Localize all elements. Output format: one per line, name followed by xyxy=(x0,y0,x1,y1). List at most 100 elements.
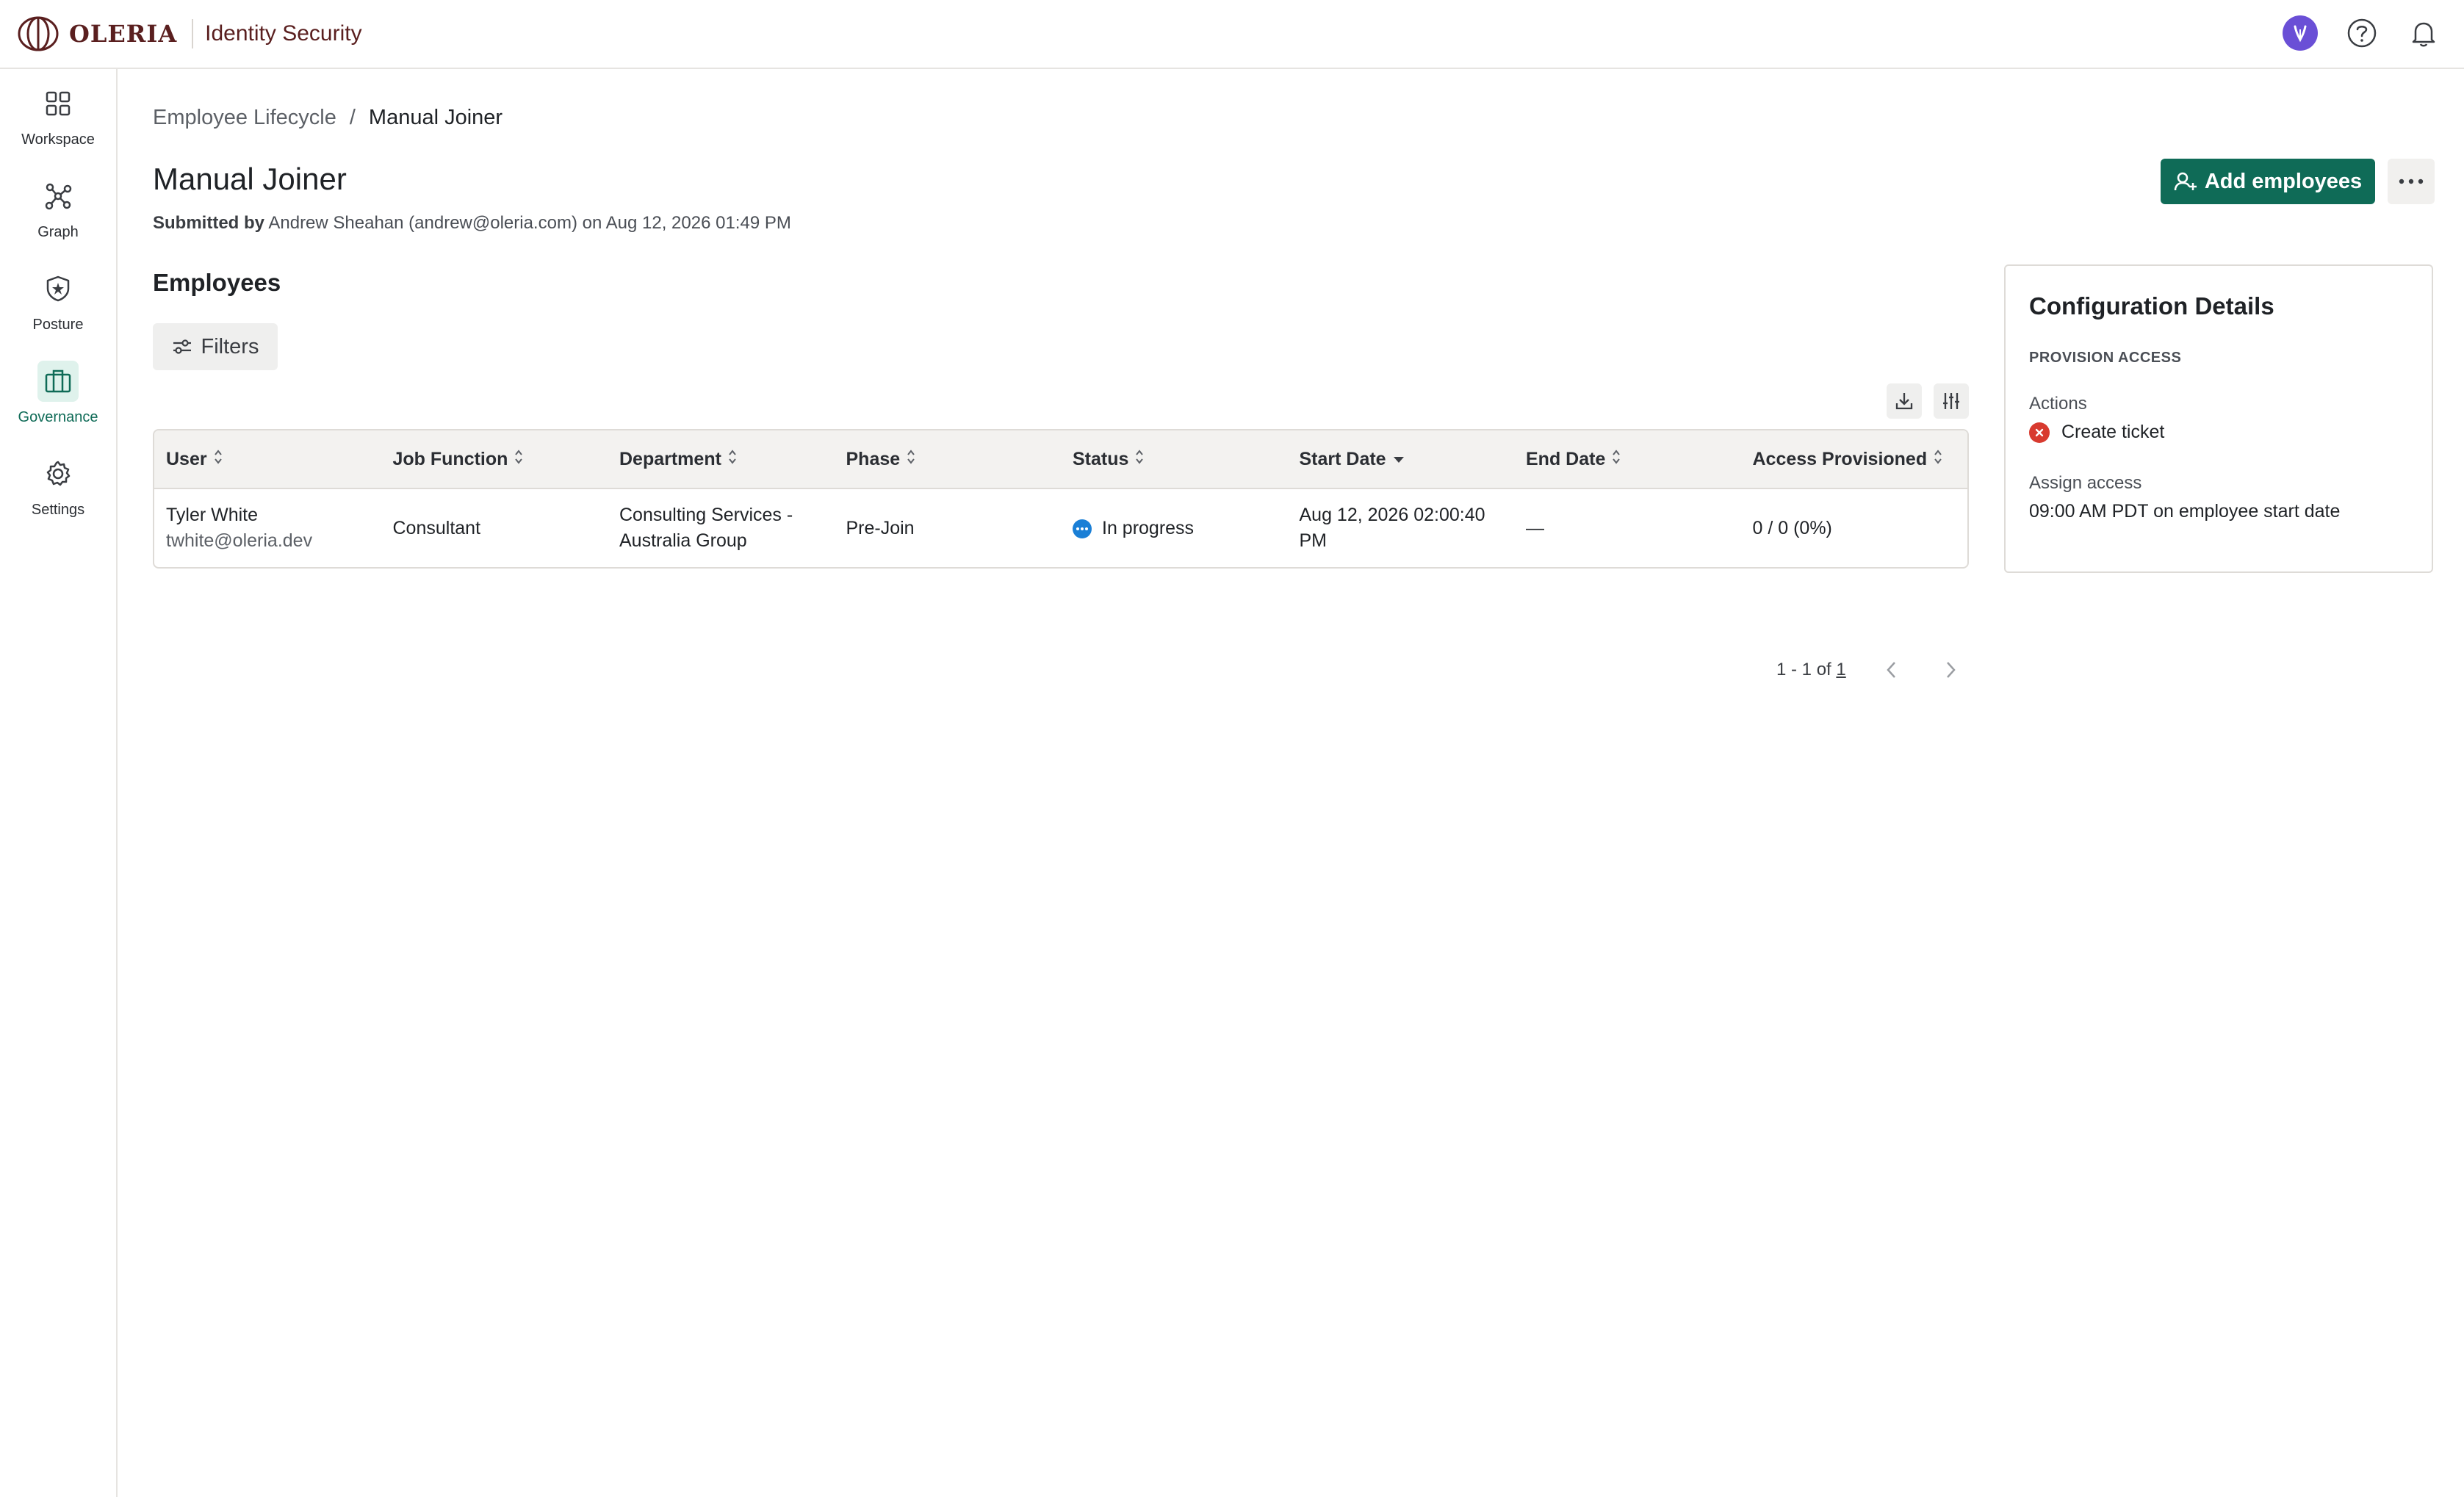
cell-end-date: — xyxy=(1526,517,1544,538)
sidebar-item-label: Governance xyxy=(18,408,98,425)
download-button[interactable] xyxy=(1887,383,1922,419)
brand-name: OLERIA xyxy=(69,20,178,48)
actions-label: Actions xyxy=(2029,394,2087,414)
help-icon xyxy=(2347,18,2377,48)
table-header: User Job Function Department Phase Statu… xyxy=(154,430,1967,489)
config-section-label: PROVISION ACCESS xyxy=(2029,350,2182,366)
gear-icon xyxy=(37,453,79,494)
submitted-text: Andrew Sheahan (andrew@oleria.com) on Au… xyxy=(268,213,791,233)
breadcrumb-current: Manual Joiner xyxy=(368,106,503,129)
sidebar-item-workspace[interactable]: Workspace xyxy=(0,69,116,162)
sort-icon xyxy=(1611,449,1621,470)
sort-icon xyxy=(727,449,738,470)
download-icon xyxy=(1895,393,1913,410)
cell-start-date: Aug 12, 2026 02:00:40 PM xyxy=(1288,502,1515,554)
sort-icon xyxy=(213,449,223,470)
action-item-label: Create ticket xyxy=(2061,422,2165,442)
error-x-icon xyxy=(2029,422,2050,443)
more-horizontal-icon xyxy=(2399,178,2424,184)
column-header-label: Job Function xyxy=(392,448,508,469)
more-options-button[interactable] xyxy=(2388,159,2435,204)
filters-label: Filters xyxy=(201,334,259,358)
add-employees-button[interactable]: Add employees xyxy=(2161,159,2375,204)
column-header-status[interactable]: Status xyxy=(1061,449,1288,470)
sidebar-item-label: Graph xyxy=(37,223,79,240)
column-header-label: Status xyxy=(1073,448,1129,469)
column-header-phase[interactable]: Phase xyxy=(835,449,1062,470)
breadcrumb-link-employee-lifecycle[interactable]: Employee Lifecycle xyxy=(153,106,336,130)
shield-star-icon xyxy=(37,268,79,309)
employees-table: User Job Function Department Phase Statu… xyxy=(153,429,1969,569)
config-title: Configuration Details xyxy=(2029,292,2274,320)
column-header-job-function[interactable]: Job Function xyxy=(381,449,608,470)
chevron-left-icon xyxy=(1887,662,1895,678)
assistant-button[interactable] xyxy=(2282,15,2319,51)
bell-icon xyxy=(2412,22,2435,47)
top-bar: OLERIA Identity Security xyxy=(0,0,2464,69)
adjust-columns-icon xyxy=(1943,393,1959,409)
action-item: Create ticket xyxy=(2029,422,2164,443)
brand[interactable]: OLERIA Identity Security xyxy=(15,0,362,68)
breadcrumb-separator: / xyxy=(349,106,356,129)
sidebar-item-label: Posture xyxy=(32,316,84,333)
sort-icon xyxy=(1933,449,1943,470)
top-actions xyxy=(2282,15,2442,51)
column-header-access-provisioned[interactable]: Access Provisioned xyxy=(1741,449,1968,470)
sidebar-item-label: Settings xyxy=(31,501,85,518)
help-button[interactable] xyxy=(2344,15,2380,51)
pagination-range: 1 - 1 of xyxy=(1776,660,1831,679)
start-date-line: PM xyxy=(1299,530,1328,551)
assistant-icon xyxy=(2283,15,2318,51)
column-settings-button[interactable] xyxy=(1934,383,1969,419)
add-employees-label: Add employees xyxy=(2204,169,2363,193)
page-title: Manual Joiner xyxy=(153,162,347,196)
cell-department: Consulting Services - Australia Group xyxy=(608,502,835,554)
in-progress-icon xyxy=(1073,519,1092,538)
grid-icon xyxy=(37,83,79,124)
column-header-start-date[interactable]: Start Date xyxy=(1288,449,1515,470)
sidebar-item-graph[interactable]: Graph xyxy=(0,162,116,254)
column-header-end-date[interactable]: End Date xyxy=(1514,449,1741,470)
status-text: In progress xyxy=(1102,517,1195,538)
column-header-label: User xyxy=(166,448,207,469)
user-email: twhite@oleria.dev xyxy=(166,530,313,551)
briefcase-icon xyxy=(37,360,79,402)
column-header-label: Start Date xyxy=(1299,448,1386,469)
previous-page-button[interactable] xyxy=(1878,657,1905,683)
cell-phase: Pre-Join xyxy=(846,517,915,538)
assign-access-value: 09:00 AM PDT on employee start date xyxy=(2029,501,2341,522)
product-name: Identity Security xyxy=(205,21,362,46)
cell-status: In progress xyxy=(1061,516,1288,541)
cell-user: Tyler White twhite@oleria.dev xyxy=(154,502,381,554)
graph-icon xyxy=(37,176,79,217)
sliders-icon xyxy=(173,339,191,354)
pagination-count: 1 - 1 of 1 xyxy=(1776,660,1846,680)
employees-section-title: Employees xyxy=(153,269,281,296)
sidebar-item-settings[interactable]: Settings xyxy=(0,439,116,532)
cell-access-provisioned: 0 / 0 (0%) xyxy=(1752,517,1832,538)
table-row[interactable]: Tyler White twhite@oleria.dev Consultant… xyxy=(154,489,1967,567)
column-header-user[interactable]: User xyxy=(154,449,381,470)
column-header-label: Department xyxy=(619,448,721,469)
cell-job-function: Consultant xyxy=(392,517,481,538)
sort-icon xyxy=(906,449,916,470)
notifications-button[interactable] xyxy=(2405,15,2442,51)
column-header-department[interactable]: Department xyxy=(608,449,835,470)
sidebar-item-posture[interactable]: Posture xyxy=(0,254,116,347)
column-header-label: Phase xyxy=(846,448,901,469)
sort-icon xyxy=(1134,449,1145,470)
brand-divider xyxy=(192,19,194,48)
pagination-total[interactable]: 1 xyxy=(1836,660,1845,679)
sort-icon xyxy=(514,449,524,470)
configuration-details-card: Configuration Details PROVISION ACCESS A… xyxy=(2004,264,2433,573)
department-line: Australia Group xyxy=(619,530,747,551)
pagination: 1 - 1 of 1 xyxy=(1776,657,1964,683)
sidebar-item-governance[interactable]: Governance xyxy=(0,347,116,439)
user-name: Tyler White xyxy=(166,505,259,525)
filters-button[interactable]: Filters xyxy=(153,323,278,370)
assign-access-label: Assign access xyxy=(2029,473,2142,493)
next-page-button[interactable] xyxy=(1937,657,1964,683)
sort-descending-icon xyxy=(1392,449,1405,470)
sidebar: Workspace Graph Posture Governance Setti… xyxy=(0,69,118,1497)
breadcrumb: Employee Lifecycle / Manual Joiner xyxy=(153,106,502,130)
